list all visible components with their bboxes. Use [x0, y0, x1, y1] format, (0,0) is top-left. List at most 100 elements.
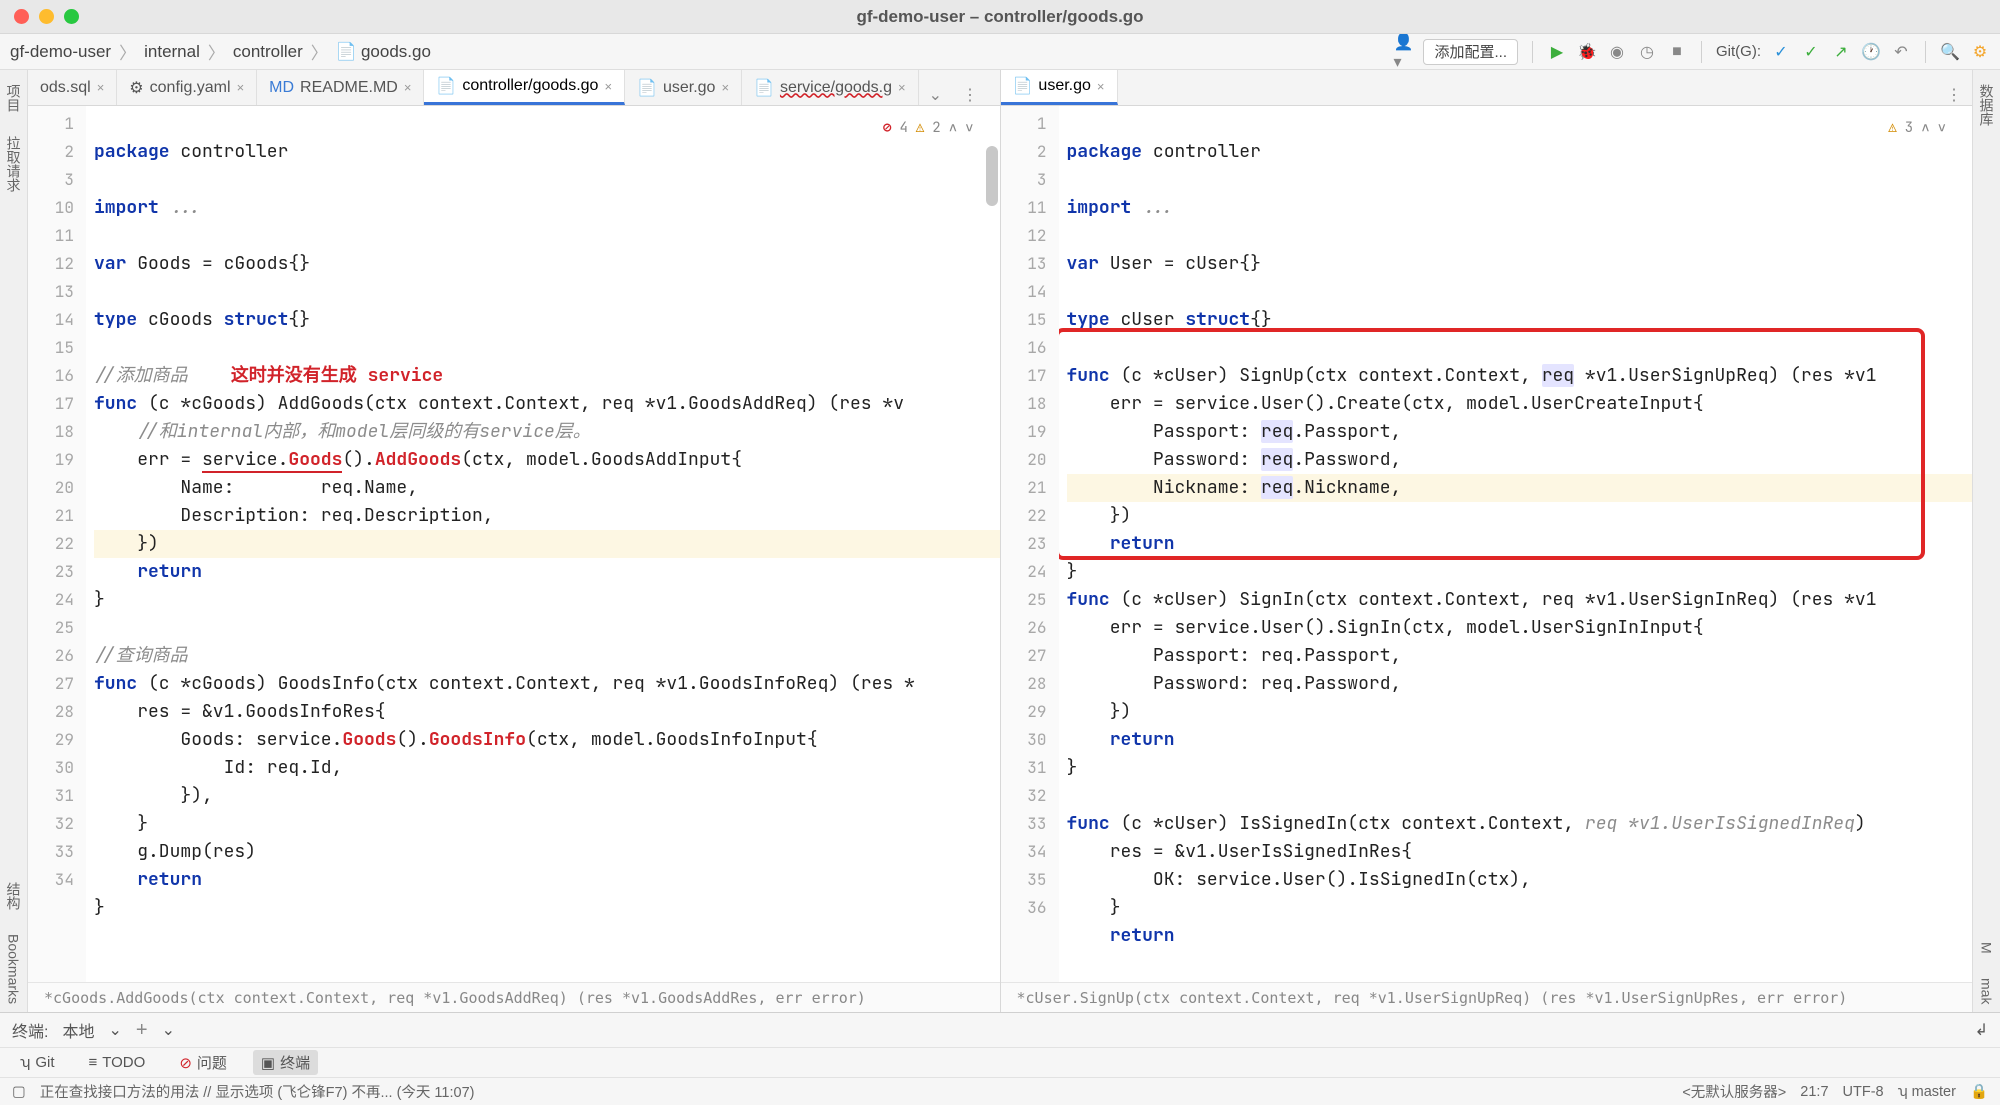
- terminal-more-dropdown-icon[interactable]: ⌄: [162, 1020, 175, 1040]
- terminal-tab-dropdown-icon[interactable]: ⌄: [108, 1020, 121, 1040]
- terminal-tabs: 终端: 本地 ⌄ + ⌄ ↲: [0, 1013, 2000, 1047]
- terminal-label: 终端:: [12, 1018, 48, 1042]
- tool-tab-git[interactable]: ʮGit: [12, 1052, 62, 1073]
- chevron-right-icon: 〉: [119, 39, 136, 64]
- tabs-dropdown-icon[interactable]: ⌄: [919, 85, 952, 105]
- right-tool-strip: 数据库 M mak: [1972, 70, 2000, 1012]
- terminal-tab-local[interactable]: 本地: [62, 1018, 94, 1042]
- status-caret-position[interactable]: 21:7: [1800, 1084, 1828, 1100]
- close-icon[interactable]: ×: [404, 80, 412, 95]
- right-func-breadcrumb[interactable]: *cUser.SignUp(ctx context.Context, req *…: [1001, 982, 1973, 1012]
- git-update-icon[interactable]: ✓: [1771, 42, 1791, 62]
- sidebar-tab-project[interactable]: 项目: [4, 76, 24, 120]
- crumb-root[interactable]: gf-demo-user: [10, 42, 111, 62]
- sidebar-tab-m[interactable]: M: [1979, 934, 1995, 962]
- branch-icon: ʮ: [20, 1054, 30, 1071]
- stop-icon[interactable]: ■: [1667, 42, 1687, 62]
- git-rollback-icon[interactable]: ↶: [1891, 42, 1911, 62]
- annotation-highlight-box: [1059, 328, 1925, 560]
- chevron-right-icon: 〉: [208, 39, 225, 64]
- status-tool-icon[interactable]: ▢: [12, 1084, 26, 1100]
- right-editor[interactable]: 1231112131415161718192021222324252627282…: [1001, 106, 1973, 982]
- status-lock-icon[interactable]: 🔒: [1970, 1083, 1988, 1100]
- tool-tab-terminal[interactable]: ▣终端: [253, 1050, 318, 1075]
- editor-tabs-left: ods.sql× ⚙config.yaml× MDREADME.MD× 📄con…: [28, 70, 1000, 106]
- warning-badge-icon: ⚠: [916, 114, 924, 142]
- chevron-down-icon[interactable]: ∨: [1938, 114, 1946, 142]
- chevron-up-icon[interactable]: ∧: [1921, 114, 1929, 142]
- close-icon[interactable]: ×: [721, 80, 729, 95]
- breadcrumb[interactable]: gf-demo-user〉 internal〉 controller〉 📄 go…: [10, 39, 431, 64]
- git-commit-icon[interactable]: ✓: [1801, 42, 1821, 62]
- annotation-service-not-generated: 这时并没有生成 service: [231, 364, 443, 387]
- run-icon[interactable]: ▶: [1547, 42, 1567, 62]
- navigation-bar: gf-demo-user〉 internal〉 controller〉 📄 go…: [0, 34, 2000, 70]
- tool-tab-problems[interactable]: ⊘问题: [171, 1050, 235, 1075]
- git-push-icon[interactable]: ↗: [1831, 42, 1851, 62]
- error-icon: ⊘: [179, 1054, 192, 1072]
- status-message: 正在查找接口方法的用法 // 显示选项 (飞仑锋F7) 不再... (今天 11…: [40, 1081, 475, 1102]
- left-editor[interactable]: 1231011121314151617181920212223242526272…: [28, 106, 1000, 982]
- crumb-controller[interactable]: controller: [233, 42, 303, 62]
- right-gutter: 1231112131415161718192021222324252627282…: [1001, 106, 1059, 982]
- chevron-right-icon: 〉: [311, 39, 328, 64]
- crumb-file[interactable]: goods.go: [361, 42, 431, 62]
- tab-service-goods-go[interactable]: 📄service/goods.g×: [742, 70, 919, 105]
- user-icon[interactable]: 👤▾: [1393, 42, 1413, 62]
- right-inspection-widget[interactable]: ⚠3 ∧∨: [1882, 112, 1952, 144]
- tab-ods-sql[interactable]: ods.sql×: [28, 70, 117, 105]
- git-history-icon[interactable]: 🕐: [1861, 42, 1881, 62]
- left-code[interactable]: package controller import ... var Goods …: [86, 106, 1000, 982]
- warning-badge-icon: ⚠: [1888, 114, 1896, 142]
- tab-user-go-right[interactable]: 📄user.go×: [1001, 70, 1118, 105]
- right-code[interactable]: package controller import ... var User =…: [1059, 106, 1973, 982]
- sidebar-tab-database[interactable]: 数据库: [1977, 76, 1997, 134]
- tab-user-go[interactable]: 📄user.go×: [625, 70, 742, 105]
- close-icon[interactable]: ×: [237, 80, 245, 95]
- error-badge-icon: ⊘: [883, 114, 891, 142]
- search-icon[interactable]: 🔍: [1940, 42, 1960, 62]
- tabs-more-icon[interactable]: ⋮: [952, 85, 988, 105]
- chevron-up-icon[interactable]: ∧: [949, 114, 957, 142]
- add-config-button[interactable]: 添加配置...: [1423, 39, 1518, 65]
- close-icon[interactable]: ×: [97, 80, 105, 95]
- left-tool-strip: 项目 拉取请求 结构 Bookmarks: [0, 70, 28, 1012]
- close-icon[interactable]: ×: [1097, 79, 1105, 94]
- status-bar: ▢ 正在查找接口方法的用法 // 显示选项 (飞仑锋F7) 不再... (今天 …: [0, 1077, 2000, 1105]
- profile-icon[interactable]: ◷: [1637, 42, 1657, 62]
- sidebar-tab-structure[interactable]: 结构: [4, 874, 24, 918]
- sidebar-tab-make[interactable]: mak: [1979, 970, 1995, 1012]
- terminal-icon: ▣: [261, 1054, 275, 1072]
- coverage-icon[interactable]: ◉: [1607, 42, 1627, 62]
- sidebar-tab-pull-requests[interactable]: 拉取请求: [4, 128, 24, 200]
- sidebar-tab-bookmarks[interactable]: Bookmarks: [6, 926, 22, 1012]
- terminal-soft-wrap-icon[interactable]: ↲: [1975, 1020, 1988, 1040]
- ide-settings-icon[interactable]: ⚙: [1970, 42, 1990, 62]
- close-icon[interactable]: ×: [604, 79, 612, 94]
- tabs-more-icon[interactable]: ⋮: [1936, 85, 1972, 105]
- left-inspection-widget[interactable]: ⊘4 ⚠2 ∧∨: [877, 112, 979, 144]
- tab-controller-goods-go[interactable]: 📄controller/goods.go×: [424, 70, 625, 105]
- crumb-internal[interactable]: internal: [144, 42, 200, 62]
- editor-tabs-right: 📄user.go× ⋮: [1001, 70, 1973, 106]
- bottom-panel: 终端: 本地 ⌄ + ⌄ ↲ ʮGit ≡TODO ⊘问题 ▣终端 ▢ 正在查找…: [0, 1012, 2000, 1105]
- tab-config-yaml[interactable]: ⚙config.yaml×: [117, 70, 257, 105]
- left-gutter: 1231011121314151617181920212223242526272…: [28, 106, 86, 982]
- tool-window-bar: ʮGit ≡TODO ⊘问题 ▣终端: [0, 1047, 2000, 1077]
- tool-tab-todo[interactable]: ≡TODO: [80, 1052, 153, 1073]
- terminal-add-icon[interactable]: +: [136, 1019, 148, 1042]
- status-git-branch[interactable]: ʮ master: [1898, 1084, 1956, 1100]
- left-func-breadcrumb[interactable]: *cGoods.AddGoods(ctx context.Context, re…: [28, 982, 1000, 1012]
- tab-readme-md[interactable]: MDREADME.MD×: [257, 70, 424, 105]
- right-editor-pane: 📄user.go× ⋮ 1231112131415161718192021222…: [1001, 70, 1973, 1012]
- chevron-down-icon[interactable]: ∨: [965, 114, 973, 142]
- status-encoding[interactable]: UTF-8: [1843, 1084, 1884, 1100]
- close-icon[interactable]: ×: [898, 80, 906, 95]
- scrollbar-thumb[interactable]: [986, 146, 998, 206]
- left-editor-pane: ods.sql× ⚙config.yaml× MDREADME.MD× 📄con…: [28, 70, 1001, 1012]
- status-server[interactable]: <无默认服务器>: [1682, 1081, 1786, 1102]
- window-title: gf-demo-user – controller/goods.go: [0, 7, 2000, 27]
- debug-icon[interactable]: 🐞: [1577, 42, 1597, 62]
- git-label: Git(G):: [1716, 43, 1761, 60]
- titlebar: gf-demo-user – controller/goods.go: [0, 0, 2000, 34]
